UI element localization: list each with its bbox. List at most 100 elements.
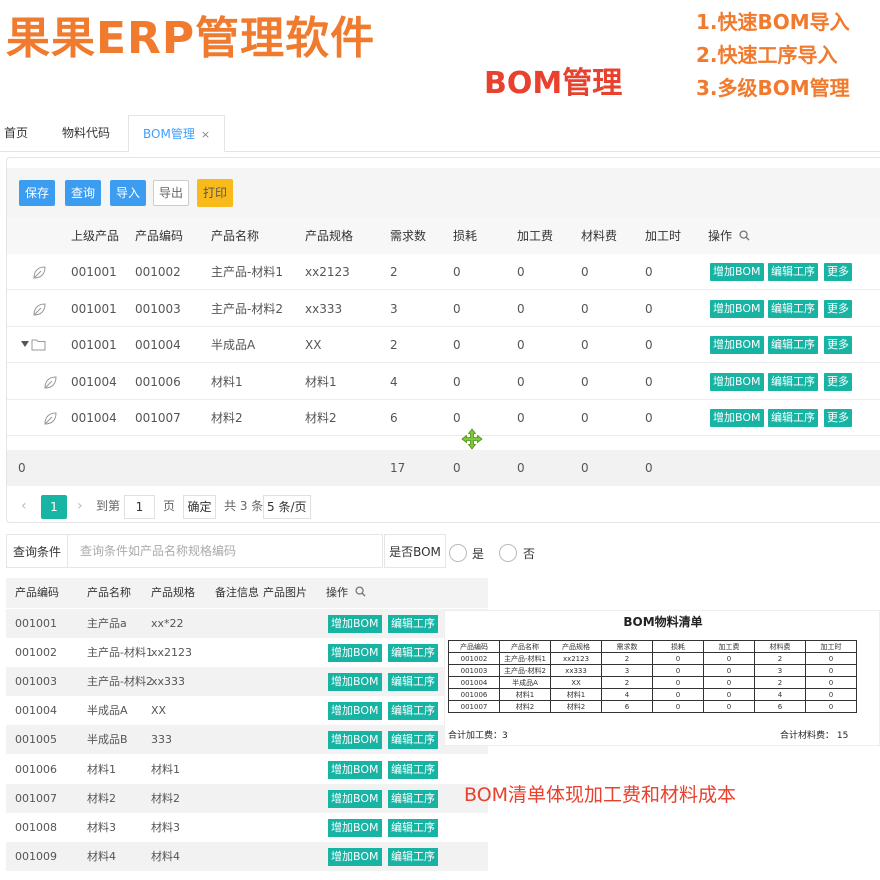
action-button[interactable]: 增加BOM <box>710 372 764 391</box>
action-button[interactable]: 编辑工序 <box>768 299 818 318</box>
footer-first: 0 <box>18 461 26 475</box>
tab-home[interactable]: 首页 <box>4 115 28 152</box>
next-page-icon[interactable]: › <box>77 488 83 524</box>
add-bom-button[interactable]: 增加BOM <box>328 789 382 808</box>
toolbar: 保存 查询 导入 导出 打印 <box>7 168 880 218</box>
report-cell: 0 <box>805 700 857 713</box>
cell-name: 主产品-材料2 <box>211 301 283 316</box>
pcell-code: 001001 <box>15 617 57 630</box>
product-row[interactable]: 001009 材料4 材料4 增加BOM 编辑工序 <box>6 841 488 871</box>
bom-report: BOM物料清单 产品编码 产品名称 产品规格 需求数 损耗 加工费 材料费 加工时 001002… <box>444 610 880 746</box>
page-jump-input[interactable]: 1 <box>124 495 155 519</box>
cell-proc-fee: 0 <box>517 301 525 316</box>
radio-yes[interactable] <box>449 544 467 562</box>
action-button[interactable]: 增加BOM <box>710 336 764 354</box>
edit-process-button[interactable]: 编辑工序 <box>388 644 438 663</box>
report-cell: 3 <box>601 664 653 677</box>
table-row[interactable]: 001001 001002 主产品-材料1 xx2123 2 0 0 0 0 增加BOM 编辑工序更… <box>7 254 880 290</box>
product-row[interactable]: 001008 材料3 材料3 增加BOM 编辑工序 <box>6 813 488 842</box>
tab-bom-management[interactable]: BOM管理 × <box>128 115 226 153</box>
prev-page-icon[interactable]: ‹ <box>21 488 27 524</box>
add-bom-button[interactable]: 增加BOM <box>328 644 382 663</box>
cell-code: 001007 <box>135 411 181 425</box>
table-row[interactable]: 001001 001004 半成品A XX 2 0 0 0 0 增加BOM 编辑工序 更多 <box>7 327 880 363</box>
edit-process-button[interactable]: 编辑工序 <box>388 847 438 866</box>
action-button[interactable]: 增加BOM <box>710 263 764 281</box>
edit-process-button[interactable]: 编辑工序 <box>388 615 438 633</box>
cell-mat-fee: 0 <box>581 338 589 352</box>
tab-material-code[interactable]: 物料代码 <box>62 115 110 152</box>
page-size-select[interactable]: 5 条/页 <box>263 495 311 519</box>
leaf-icon <box>33 302 46 316</box>
confirm-button[interactable]: 确定 <box>183 495 216 519</box>
table-row[interactable]: 001004 001007 材料2 材料2 6 0 0 0 0 增加BOM 编辑工序 更多 <box>7 400 880 436</box>
search-input[interactable] <box>67 534 383 568</box>
edit-process-button[interactable]: 编辑工序 <box>388 673 438 692</box>
cell-name: 材料2 <box>211 411 243 425</box>
footer-hours: 0 <box>645 461 653 475</box>
search-icon[interactable] <box>354 586 366 597</box>
search-icon[interactable] <box>739 230 750 241</box>
product-row[interactable]: 001003 主产品-材料2 xx333 增加BOM 编辑工序 <box>6 667 488 697</box>
cell-parent: 001004 <box>71 374 117 389</box>
action-button[interactable]: 编辑工序 <box>768 372 818 391</box>
report-total-proc: 合计加工费：3 <box>448 731 508 741</box>
report-cell: xx2123 <box>550 652 602 665</box>
query-button[interactable]: 查询 <box>65 180 101 206</box>
pcell-code: 001005 <box>15 733 57 747</box>
cell-mat-fee: 0 <box>581 411 589 425</box>
report-cell: 001003 <box>448 664 500 677</box>
col-proc-fee: 加工费 <box>517 229 554 243</box>
action-button[interactable]: 增加BOM <box>710 299 764 318</box>
cell-loss: 0 <box>453 411 461 425</box>
table-row[interactable]: 001001 001003 主产品-材料2 xx333 3 0 0 0 0 增加BOM 编辑工序 更多 <box>7 291 880 327</box>
action-button[interactable]: 编辑工序 <box>768 409 818 427</box>
folder-icon <box>31 339 46 351</box>
add-bom-button[interactable]: 增加BOM <box>328 731 382 750</box>
report-row: 001006 材料1 材料1 4 0 0 4 0 <box>448 688 857 701</box>
edit-process-button[interactable]: 编辑工序 <box>388 760 438 779</box>
edit-process-button[interactable]: 编辑工序 <box>388 789 438 808</box>
cell-proc-fee: 0 <box>517 338 525 352</box>
col-parent: 上级产品 <box>71 229 120 243</box>
import-button[interactable]: 导入 <box>110 180 146 206</box>
page-number-current[interactable]: 1 <box>41 495 67 519</box>
report-cell: 2 <box>754 652 806 665</box>
add-bom-button[interactable]: 增加BOM <box>328 615 382 633</box>
action-button[interactable]: 增加BOM <box>710 409 764 427</box>
product-row[interactable]: 001005 半成品B 333 增加BOM 编辑工序 <box>6 725 488 755</box>
report-cell: 0 <box>805 676 857 689</box>
col-qty: 需求数 <box>390 229 427 243</box>
action-button[interactable]: 更多 <box>824 263 852 281</box>
add-bom-button[interactable]: 增加BOM <box>328 702 382 721</box>
product-row[interactable]: 001007 材料2 材料2 增加BOM 编辑工序 <box>6 783 488 813</box>
action-button[interactable]: 更多 <box>824 372 852 391</box>
product-row[interactable]: 001004 半成品A XX 增加BOM 编辑工序 <box>6 696 488 725</box>
add-bom-button[interactable]: 增加BOM <box>328 760 382 779</box>
edit-process-button[interactable]: 编辑工序 <box>388 818 438 837</box>
product-row[interactable]: 001001 主产品a xx*22 增加BOM 编辑工序 <box>6 609 488 638</box>
product-row[interactable]: 001002 主产品-材料1 xx2123 增加BOM 编辑工序 <box>6 638 488 667</box>
export-button[interactable]: 导出 <box>153 180 189 206</box>
action-button[interactable]: 更多 <box>824 336 852 354</box>
action-button[interactable]: 更多 <box>824 409 852 427</box>
cell-name: 材料1 <box>211 374 243 389</box>
table-row[interactable]: 001004 001006 材料1 材料1 4 0 0 0 0 增加BOM 编辑工序 更多 <box>7 364 880 400</box>
edit-process-button[interactable]: 编辑工序 <box>388 702 438 721</box>
action-button[interactable]: 编辑工序 <box>768 336 818 354</box>
add-bom-button[interactable]: 增加BOM <box>328 818 382 837</box>
footer-mat-fee: 0 <box>581 461 589 475</box>
add-bom-button[interactable]: 增加BOM <box>328 673 382 692</box>
expand-arrow-icon[interactable] <box>21 341 29 348</box>
save-button[interactable]: 保存 <box>19 180 55 206</box>
close-icon[interactable]: × <box>201 128 210 141</box>
cell-hours: 0 <box>645 338 653 352</box>
radio-no[interactable] <box>499 544 517 562</box>
report-cell: 0 <box>652 676 704 689</box>
product-row[interactable]: 001006 材料1 材料1 增加BOM 编辑工序 <box>6 755 488 784</box>
edit-process-button[interactable]: 编辑工序 <box>388 731 438 750</box>
print-button[interactable]: 打印 <box>197 179 233 207</box>
action-button[interactable]: 编辑工序 <box>768 263 818 281</box>
action-button[interactable]: 更多 <box>824 299 852 318</box>
add-bom-button[interactable]: 增加BOM <box>328 847 382 866</box>
